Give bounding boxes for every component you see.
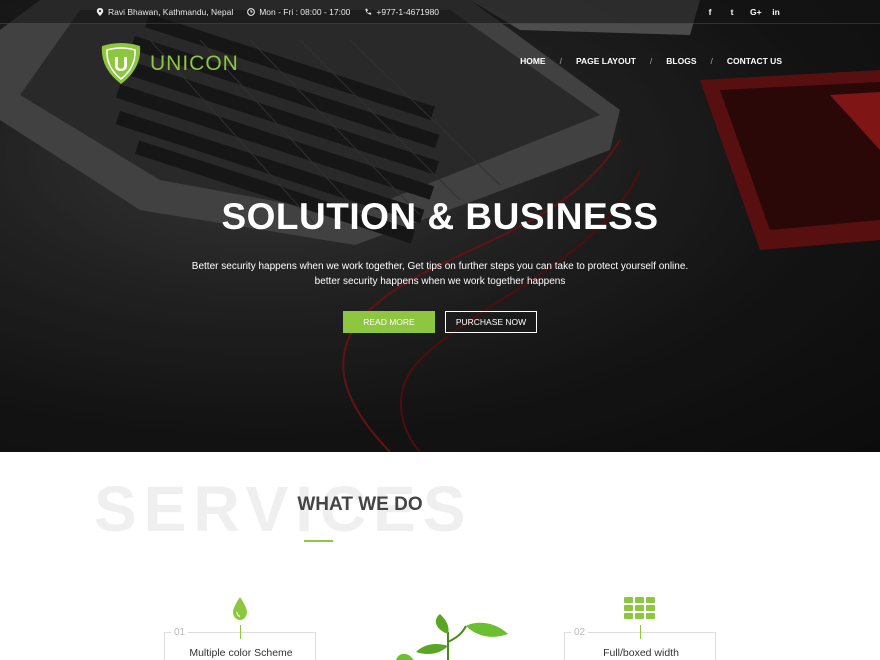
contact-info: Ravi Bhawan, Kathmandu, Nepal Mon - Fri … [96,0,439,24]
address-info: Ravi Bhawan, Kathmandu, Nepal [96,7,233,17]
phone-text: +977-1-4671980 [376,7,440,17]
site-logo[interactable]: U UNICON [98,42,239,86]
google-plus-icon[interactable]: G+ [750,7,762,17]
logo-letter: U [114,54,128,76]
nav-page-layout[interactable]: PAGE LAYOUT [576,56,636,66]
social-links: f t G+ in [706,0,780,24]
plant-image [396,614,508,660]
address-text: Ravi Bhawan, Kathmandu, Nepal [108,7,234,17]
card-number: 01 [171,627,189,638]
card-title: Full/boxed width [603,647,679,659]
service-card[interactable]: 02 Full/boxed width [564,625,716,660]
phone-icon [365,8,372,15]
brand-name: UNICON [150,52,239,75]
logo-shield-icon: U [101,43,141,84]
nav-separator: / [710,56,713,66]
drop-icon [233,597,247,620]
facebook-icon[interactable]: f [706,7,714,17]
phone-info: +977-1-4671980 [364,7,439,17]
card-number: 02 [571,627,589,638]
top-bar: Ravi Bhawan, Kathmandu, Nepal Mon - Fri … [0,0,880,24]
hero-title: SOLUTION & BUSINESS [221,196,659,237]
hours-text: Mon - Fri : 08:00 - 17:00 [259,7,351,17]
nav-separator: / [649,56,653,66]
main-nav: HOME / PAGE LAYOUT / BLOGS / CONTACT US [520,56,782,66]
card-connector [640,625,641,639]
nav-blogs[interactable]: BLOGS [666,56,696,66]
service-card[interactable]: 01 Multiple color Scheme [164,625,316,660]
hero-description: Better security happens when we work tog… [191,261,689,287]
linkedin-icon[interactable]: in [772,7,780,17]
clock-icon [247,8,256,16]
grid-icon [624,597,655,619]
hours-info: Mon - Fri : 08:00 - 17:00 [247,7,350,17]
read-more-button[interactable]: READ MORE [343,311,435,333]
card-title: Multiple color Scheme [189,647,293,659]
heading-underline [304,540,333,542]
nav-separator: / [559,56,562,66]
twitter-icon[interactable]: t [728,7,736,17]
services-heading: WHAT WE DO [297,494,423,515]
hero-section: Ravi Bhawan, Kathmandu, Nepal Mon - Fri … [0,0,880,452]
nav-contact-us[interactable]: CONTACT US [727,56,782,66]
nav-home[interactable]: HOME [520,56,546,66]
purchase-now-button[interactable]: PURCHASE NOW [445,311,537,333]
card-connector [240,625,241,639]
map-pin-icon [96,8,104,16]
